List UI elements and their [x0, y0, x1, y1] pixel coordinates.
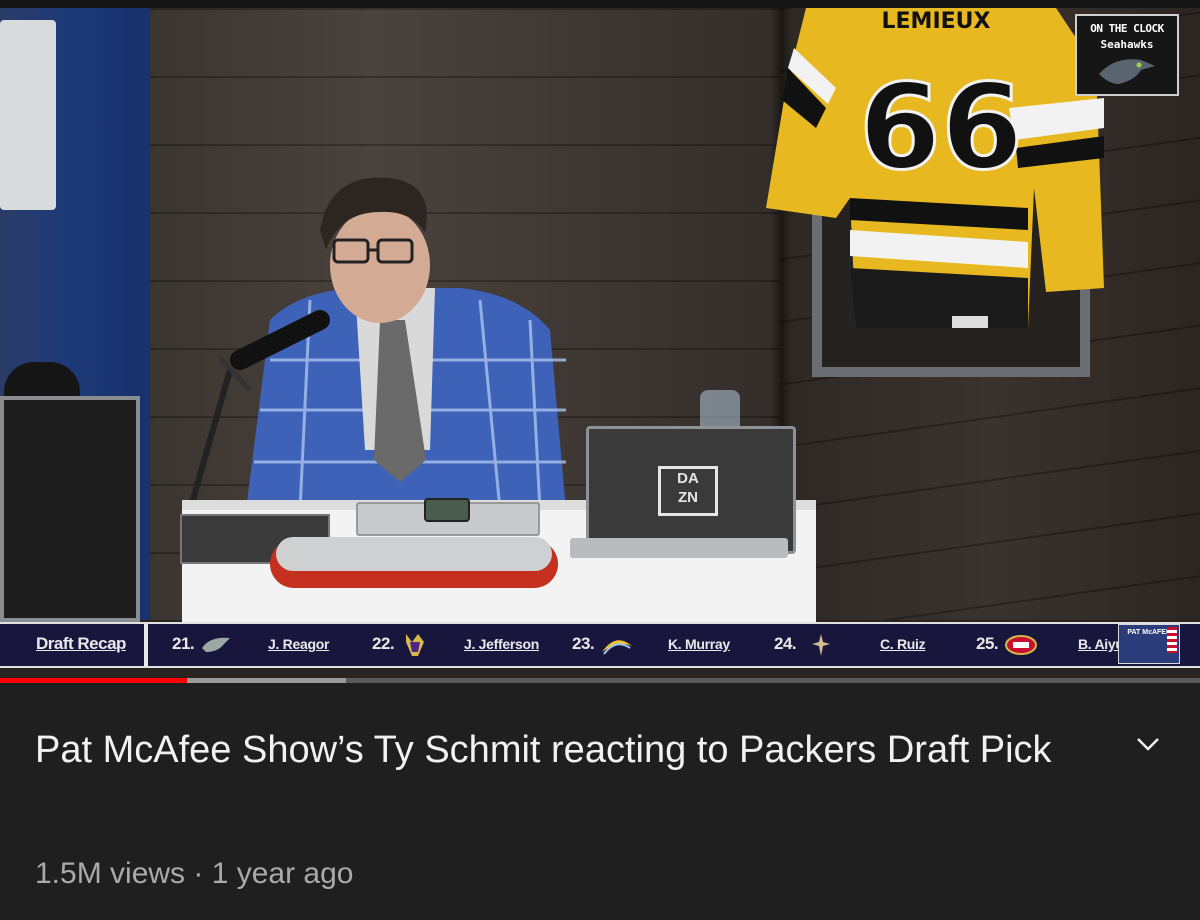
pick-player: B. Aiyu [1078, 636, 1124, 652]
ticker-label: Draft Recap [36, 634, 126, 653]
pick-number: 25. [976, 634, 999, 653]
wall-mount [0, 20, 56, 210]
channel-bug-line1: ON THE CLOCK [1090, 22, 1164, 35]
top-strip [0, 0, 1200, 8]
video-player[interactable]: 66 LEMIEUX DA ZN ON THE CLOCK Seahawks D… [0, 0, 1200, 678]
microphone [187, 310, 330, 511]
water-bottle [700, 390, 740, 430]
pick-player: C. Ruiz [880, 636, 926, 652]
mcafee-badge-text: PAT McAFEE [1127, 629, 1171, 636]
jersey-number: 66 [859, 58, 1023, 196]
49ers-logo-icon [1005, 635, 1037, 655]
pick-player: J. Reagor [268, 636, 330, 652]
framed-jersey: 66 LEMIEUX [766, 8, 1104, 328]
progress-played[interactable] [0, 678, 188, 683]
phone [424, 498, 470, 522]
draft-ticker: Draft Recap 21. J. Reagor 22. J. Jeffers… [0, 622, 1200, 668]
saints-logo-icon [812, 634, 830, 656]
jersey-name: LEMIEUX [882, 9, 991, 34]
pick-number: 22. [372, 634, 395, 653]
turntable-top [276, 537, 552, 571]
ticker-divider [144, 624, 148, 666]
equipment-case [0, 396, 140, 622]
channel-bug-line2: Seahawks [1100, 38, 1154, 51]
video-meta: 1.5M views · 1 year ago [35, 857, 354, 890]
vikings-logo-icon [406, 634, 424, 656]
pick-number: 21. [172, 634, 195, 653]
pick-number: 23. [572, 634, 595, 653]
chargers-logo-icon [602, 640, 632, 655]
eagles-logo-icon [202, 637, 230, 652]
chevron-down-icon[interactable] [1126, 725, 1170, 765]
mcafee-badge: PAT McAFEE [1118, 624, 1180, 664]
pick-player: K. Murray [668, 636, 730, 652]
seahawks-logo-icon [1099, 59, 1155, 84]
laptop-base [570, 538, 788, 558]
flag-icon [1167, 627, 1177, 653]
pick-player: J. Jefferson [464, 636, 539, 652]
channel-bug: ON THE CLOCK Seahawks [1075, 14, 1179, 96]
pick-number: 24. [774, 634, 797, 653]
dazn-logo: DA ZN [658, 466, 718, 516]
video-title: Pat McAfee Show’s Ty Schmit reacting to … [35, 729, 1052, 771]
